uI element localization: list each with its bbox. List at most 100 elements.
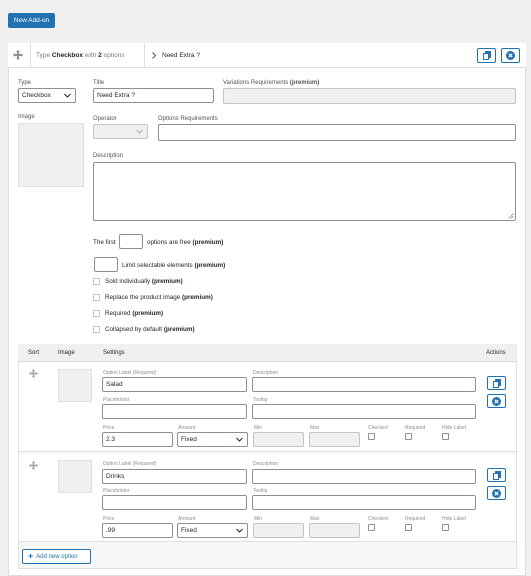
chevron-down-icon bbox=[136, 129, 143, 134]
option-required-label: Required bbox=[405, 516, 426, 522]
header-settings: Settings bbox=[103, 350, 125, 356]
option-amount-select[interactable]: Fixed bbox=[177, 432, 248, 447]
options-requirements-label: Options Requirements bbox=[158, 116, 218, 122]
type-label: Type bbox=[18, 80, 32, 86]
option-price-label: Price bbox=[103, 516, 115, 522]
description-label: Description bbox=[93, 153, 124, 159]
required-label: Required (premium) bbox=[105, 310, 164, 317]
description-textarea[interactable] bbox=[93, 162, 516, 221]
option-amount-select[interactable]: Fixed bbox=[177, 523, 248, 538]
option-description-label: Description bbox=[253, 461, 279, 467]
option-label-label: Option Label (Required) bbox=[103, 461, 157, 467]
option-image-placeholder[interactable] bbox=[58, 460, 92, 493]
duplicate-option-button[interactable] bbox=[487, 376, 506, 390]
option-min-input bbox=[253, 523, 304, 538]
option-min-input bbox=[253, 432, 304, 447]
option-max-input bbox=[309, 432, 360, 447]
option-hide-label-checkbox[interactable] bbox=[442, 433, 449, 440]
required-checkbox[interactable] bbox=[93, 310, 100, 317]
variations-label: Variations Requirements (premium) bbox=[223, 80, 320, 86]
operator-select bbox=[93, 124, 148, 139]
close-icon bbox=[506, 51, 515, 60]
sort-handle-icon[interactable] bbox=[29, 369, 38, 378]
option-tooltip-label: Tooltip bbox=[253, 488, 268, 494]
option-price-input[interactable]: .99 bbox=[102, 523, 173, 538]
sold-individually-label: Sold individually (premium) bbox=[105, 278, 183, 285]
option-placeholder-input[interactable] bbox=[102, 404, 247, 419]
header-actions: Actions bbox=[486, 350, 506, 356]
image-label: Image bbox=[18, 114, 35, 120]
remove-option-button[interactable] bbox=[487, 394, 506, 408]
chevron-down-icon bbox=[236, 528, 243, 533]
option-max-label: Max bbox=[310, 516, 320, 522]
header-divider bbox=[144, 44, 145, 67]
option-max-label: Max bbox=[310, 425, 320, 431]
option-placeholder-label: Placeholder bbox=[103, 397, 130, 403]
option-min-label: Min bbox=[254, 516, 263, 522]
option-label-label: Option Label (Required) bbox=[103, 370, 157, 376]
addon-image-placeholder[interactable] bbox=[18, 123, 84, 187]
limit-label: Limit selectable elements (premium) bbox=[122, 262, 226, 269]
title-input[interactable]: Need Extra ? bbox=[93, 88, 214, 103]
collapsed-checkbox[interactable] bbox=[93, 326, 100, 333]
chevron-down-icon bbox=[236, 437, 243, 442]
option-placeholder-label: Placeholder bbox=[103, 488, 130, 494]
option-amount-label: Amount bbox=[178, 516, 196, 522]
collapsed-label: Collapsed by default (premium) bbox=[105, 326, 195, 333]
close-icon bbox=[492, 396, 501, 406]
duplicate-option-button[interactable] bbox=[487, 468, 506, 482]
title-label: Title bbox=[93, 80, 105, 86]
remove-addon-button[interactable] bbox=[501, 48, 520, 63]
limit-input[interactable] bbox=[94, 257, 118, 272]
option-label-input[interactable]: Drinks bbox=[102, 469, 247, 484]
option-hide-label-checkbox[interactable] bbox=[442, 524, 449, 531]
close-icon bbox=[492, 488, 501, 498]
option-tooltip-input[interactable] bbox=[252, 404, 476, 419]
option-price-label: Price bbox=[103, 425, 115, 431]
sort-handle-icon[interactable] bbox=[29, 461, 38, 470]
option-description-label: Description bbox=[253, 370, 279, 376]
chevron-down-icon bbox=[64, 93, 71, 98]
option-hide-label-label: Hide Label bbox=[442, 425, 466, 431]
addon-type-summary: Type Checkbox with 2 options bbox=[36, 52, 125, 59]
option-tooltip-input[interactable] bbox=[252, 495, 476, 510]
sold-individually-checkbox[interactable] bbox=[93, 278, 100, 285]
remove-option-button[interactable] bbox=[487, 486, 506, 500]
addon-header-title: Need Extra ? bbox=[162, 52, 200, 59]
option-amount-label: Amount bbox=[178, 425, 196, 431]
option-price-input[interactable]: 2.3 bbox=[102, 432, 173, 447]
option-max-input bbox=[309, 523, 360, 538]
option-required-checkbox[interactable] bbox=[405, 433, 412, 440]
operator-label: Operator bbox=[93, 116, 117, 122]
chevron-right-icon[interactable] bbox=[151, 52, 157, 59]
free-options-input[interactable] bbox=[119, 234, 143, 249]
option-label-input[interactable]: Salad bbox=[102, 377, 247, 392]
option-checked-label: Checked bbox=[368, 516, 388, 522]
option-tooltip-label: Tooltip bbox=[253, 397, 268, 403]
duplicate-icon bbox=[482, 51, 491, 60]
first-free-prefix: The first bbox=[93, 239, 116, 246]
add-new-option-button[interactable]: + Add new option bbox=[22, 549, 91, 564]
option-description-input[interactable] bbox=[252, 377, 476, 392]
option-required-checkbox[interactable] bbox=[405, 524, 412, 531]
option-min-label: Min bbox=[254, 425, 263, 431]
new-addon-button[interactable]: New Add-on bbox=[8, 13, 55, 28]
option-image-placeholder[interactable] bbox=[58, 369, 92, 402]
header-divider bbox=[30, 44, 31, 67]
option-checked-checkbox[interactable] bbox=[368, 433, 375, 440]
header-sort: Sort bbox=[28, 350, 40, 356]
option-description-input[interactable] bbox=[252, 469, 476, 484]
drag-handle-icon[interactable] bbox=[13, 50, 23, 60]
plus-icon: + bbox=[28, 551, 34, 561]
duplicate-addon-button[interactable] bbox=[477, 48, 496, 63]
option-checked-label: Checked bbox=[368, 425, 388, 431]
replace-image-label: Replace the product image (premium) bbox=[105, 294, 213, 301]
resize-handle-icon[interactable] bbox=[508, 213, 514, 219]
option-checked-checkbox[interactable] bbox=[368, 524, 375, 531]
type-select[interactable]: Checkbox bbox=[18, 88, 76, 103]
option-hide-label-label: Hide Label bbox=[442, 516, 466, 522]
options-requirements-input[interactable] bbox=[158, 124, 516, 141]
replace-image-checkbox[interactable] bbox=[93, 294, 100, 301]
options-table-header bbox=[18, 344, 517, 362]
option-placeholder-input[interactable] bbox=[102, 495, 247, 510]
